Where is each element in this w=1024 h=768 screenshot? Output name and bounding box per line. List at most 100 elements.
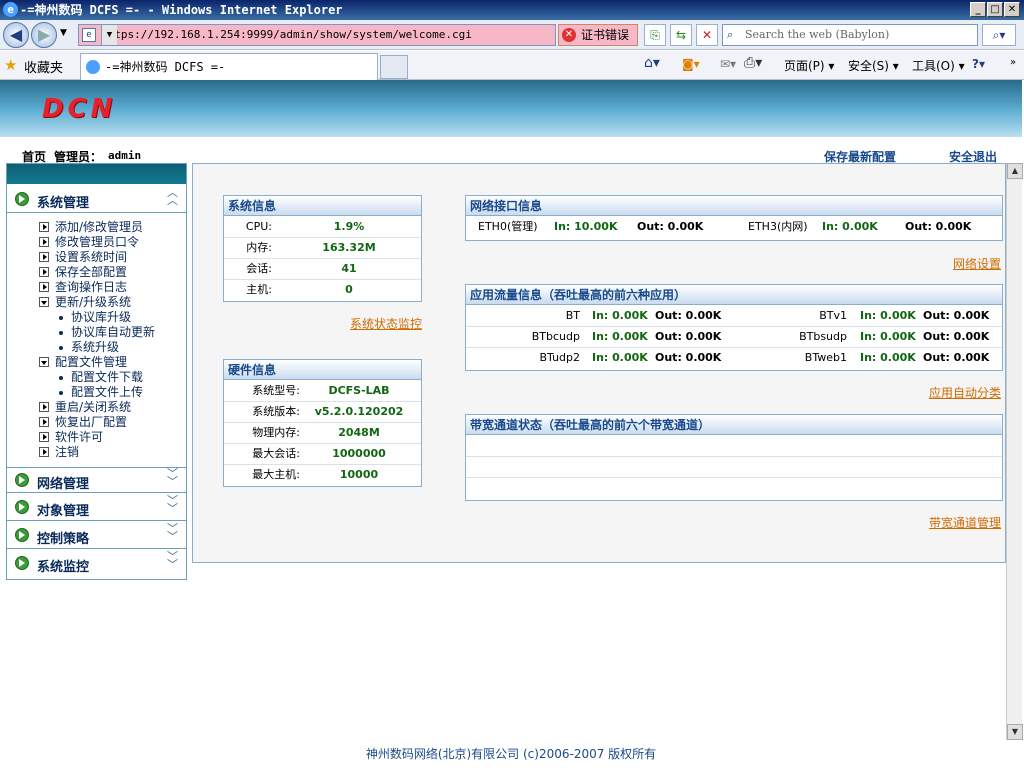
scroll-down-icon[interactable]: ▼	[1007, 724, 1023, 740]
expand-box-icon	[39, 222, 49, 232]
sidebar: 系统管理 ︿ ︿ 添加/修改管理员 修改管理员口令 设置系统时间 保存全部配置 查…	[6, 163, 187, 580]
expand-box-icon	[39, 432, 49, 442]
sidebar-group-system-monitor[interactable]: 系统监控 ﹀ ﹀	[7, 551, 186, 577]
help-icon[interactable]: ?▾	[972, 57, 985, 71]
iface-row: ETH0(管理) In: 10.00K Out: 0.00K ETH3(内网) …	[478, 220, 972, 233]
safety-menu[interactable]: 安全(S) ▾	[848, 57, 899, 74]
hardware-info-title: 硬件信息	[224, 360, 421, 380]
mail-icon[interactable]: ✉▾	[720, 57, 736, 71]
expand-chevron-icon[interactable]: ﹀ ﹀	[167, 495, 178, 514]
new-tab-button[interactable]	[380, 55, 408, 79]
minimize-button[interactable]: _	[970, 2, 986, 17]
app-auto-classify-link[interactable]: 应用自动分类	[929, 384, 1001, 401]
sysinfo-row: 内存: 163.32M	[224, 238, 421, 259]
expand-chevron-icon[interactable]: ﹀ ﹀	[167, 523, 178, 542]
sysinfo-row: 会话: 41	[224, 259, 421, 280]
sysinfo-row: 主机: 0	[246, 283, 353, 296]
search-icon: ⌕	[727, 28, 734, 41]
sidebar-group-system-management[interactable]: 系统管理 ︿ ︿	[7, 187, 186, 213]
refresh-button[interactable]: ⇆	[670, 24, 692, 46]
sidebar-group-control-policy[interactable]: 控制策略 ﹀ ﹀	[7, 523, 186, 549]
bandwidth-row	[466, 478, 1002, 499]
maximize-button[interactable]: □	[987, 2, 1003, 17]
url-dropdown-icon[interactable]: ▼	[101, 25, 117, 45]
expand-box-icon	[39, 237, 49, 247]
expand-box-icon	[39, 267, 49, 277]
favorites-button[interactable]: 收藏夹	[24, 57, 63, 76]
main-panel: 系统信息 CPU: 1.9% 内存: 163.32M 会话: 41 主机: 0 系统状态…	[192, 163, 1006, 563]
ie-tab-icon	[86, 60, 100, 74]
hwinfo-row: 系统型号: DCFS-LAB	[224, 381, 421, 402]
certificate-error-button[interactable]: ✕ 证书错误	[558, 24, 638, 46]
navigation-bar: ◀ ▶ ▼ e https://192.168.1.254:9999/admin…	[0, 20, 1024, 50]
expand-box-icon	[39, 417, 49, 427]
expand-box-icon	[39, 252, 49, 262]
toolbar-overflow-icon[interactable]: »	[1010, 57, 1016, 68]
scroll-up-icon[interactable]: ▲	[1007, 163, 1023, 179]
bandwidth-row	[466, 457, 1002, 478]
app-banner: DCN	[0, 80, 1022, 137]
window-title: -=神州数码 DCFS =- - Windows Internet Explor…	[20, 3, 343, 17]
address-bar[interactable]: e https://192.168.1.254:9999/admin/show/…	[78, 24, 556, 46]
url-text[interactable]: https://192.168.1.254:9999/admin/show/sy…	[101, 28, 472, 41]
system-info-box: 系统信息 CPU: 1.9% 内存: 163.32M 会话: 41 主机: 0	[223, 195, 422, 302]
arrow-circle-icon	[15, 500, 29, 514]
collapse-chevron-icon[interactable]: ︿ ︿	[167, 187, 178, 206]
admin-user: admin	[108, 149, 142, 162]
network-interface-title: 网络接口信息	[466, 196, 1002, 216]
expand-box-icon	[39, 282, 49, 292]
network-interface-box: 网络接口信息 ETH0(管理) In: 10.00K Out: 0.00K ET…	[465, 195, 1003, 241]
arrow-circle-icon	[15, 528, 29, 542]
footer-copyright: 神州数码网络(北京)有限公司 (c)2006-2007 版权所有	[365, 747, 657, 761]
compatibility-icon[interactable]: ⎘	[644, 24, 666, 46]
hwinfo-row: 物理内存: 2048M	[224, 423, 421, 444]
arrow-circle-icon	[15, 556, 29, 570]
sysinfo-row: CPU: 1.9%	[224, 217, 421, 238]
tab-dcfs[interactable]: -=神州数码 DCFS =-	[80, 53, 378, 80]
page-menu[interactable]: 页面(P) ▾	[784, 57, 834, 74]
back-button[interactable]: ◀	[3, 22, 29, 48]
ie-logo-icon: e	[3, 2, 18, 17]
expand-chevron-icon[interactable]: ﹀ ﹀	[167, 551, 178, 570]
system-info-title: 系统信息	[224, 196, 421, 216]
expand-chevron-icon[interactable]: ﹀ ﹀	[167, 468, 178, 487]
collapse-box-icon	[39, 297, 49, 307]
arrow-circle-icon	[15, 192, 29, 206]
vertical-scrollbar[interactable]: ▲ ▼	[1006, 163, 1023, 740]
search-input[interactable]: ⌕ Search the web (Babylon)	[722, 24, 978, 46]
sidebar-group-object-management[interactable]: 对象管理 ﹀ ﹀	[7, 495, 186, 521]
expand-box-icon	[39, 402, 49, 412]
app-flow-box: 应用流量信息（吞吐最高的前六种应用） BT In: 0.00K Out: 0.0…	[465, 284, 1003, 371]
home-icon[interactable]: ⌂▾	[644, 55, 660, 71]
bandwidth-row	[466, 436, 1002, 457]
close-window-button[interactable]: ✕	[1004, 2, 1020, 17]
header-bar: 首页 管理员： admin 保存最新配置 安全退出	[0, 137, 1022, 164]
app-flow-title: 应用流量信息（吞吐最高的前六种应用）	[466, 285, 1002, 305]
favorites-bar: ★ 收藏夹 -=神州数码 DCFS =- ⌂▾ ◙▾ ✉▾ ⎙▾ 页面(P) ▾…	[0, 51, 1024, 80]
bandwidth-channel-box: 带宽通道状态（吞吐最高的前六个带宽通道）	[465, 414, 1003, 501]
window-title-bar[interactable]: e -=神州数码 DCFS =- - Windows Internet Expl…	[0, 0, 1024, 20]
stop-button[interactable]: ✕	[696, 24, 718, 46]
hardware-info-box: 硬件信息 系统型号: DCFS-LAB 系统版本: v5.2.0.120202 物理…	[223, 359, 422, 487]
search-go-button[interactable]: ⌕▾	[982, 24, 1016, 46]
system-monitor-link[interactable]: 系统状态监控	[350, 315, 422, 332]
collapse-box-icon	[39, 357, 49, 367]
rss-feed-icon[interactable]: ◙▾	[682, 57, 700, 71]
dcn-logo: DCN	[42, 94, 117, 124]
bandwidth-channel-link[interactable]: 带宽通道管理	[929, 514, 1001, 531]
favorites-star-icon[interactable]: ★	[4, 56, 17, 74]
forward-button[interactable]: ▶	[31, 22, 57, 48]
print-icon[interactable]: ⎙▾	[744, 55, 762, 71]
history-dropdown-icon[interactable]: ▼	[60, 28, 67, 38]
hwinfo-row: 最大主机: 10000	[252, 468, 379, 481]
page-icon: e	[82, 28, 96, 42]
network-settings-link[interactable]: 网络设置	[953, 255, 1001, 272]
bandwidth-channel-title: 带宽通道状态（吞吐最高的前六个带宽通道）	[466, 415, 1002, 435]
tools-menu[interactable]: 工具(O) ▾	[912, 57, 965, 74]
hwinfo-row: 最大会话: 1000000	[224, 444, 421, 465]
sidebar-group-network-management[interactable]: 网络管理 ﹀ ﹀	[7, 467, 186, 493]
arrow-circle-icon	[15, 473, 29, 487]
expand-box-icon	[39, 447, 49, 457]
shield-error-icon: ✕	[562, 28, 576, 42]
hwinfo-row: 系统版本: v5.2.0.120202	[224, 402, 421, 423]
